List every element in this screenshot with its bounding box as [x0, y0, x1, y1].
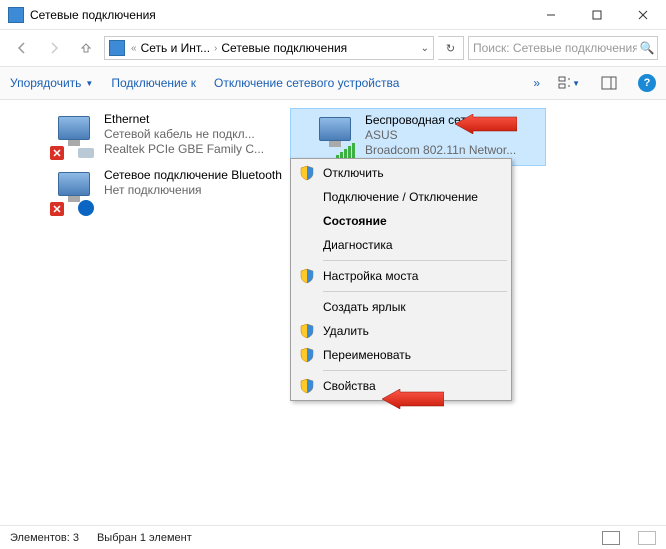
address-row: « Сеть и Инт... › Сетевые подключения ⌄ …	[0, 30, 666, 66]
menu-bridge[interactable]: Настройка моста	[293, 264, 509, 288]
menu-rename[interactable]: Переименовать	[293, 343, 509, 367]
more-chevrons-icon[interactable]: »	[533, 76, 540, 90]
breadcrumb-seg-1[interactable]: Сеть и Инт...	[139, 41, 212, 55]
chevron-down-icon: ▼	[85, 79, 93, 88]
menu-separator	[323, 370, 507, 371]
disable-device-button[interactable]: Отключение сетевого устройства	[214, 76, 399, 90]
wifi-icon	[311, 113, 359, 161]
menu-separator	[323, 291, 507, 292]
location-icon	[109, 40, 125, 56]
app-icon	[8, 7, 24, 23]
menu-delete[interactable]: Удалить	[293, 319, 509, 343]
view-details-button[interactable]	[602, 531, 620, 545]
bluetooth-status: Нет подключения	[104, 183, 282, 198]
address-bar[interactable]: « Сеть и Инт... › Сетевые подключения ⌄	[104, 36, 434, 60]
connection-bluetooth[interactable]: ✕ Сетевое подключение Bluetooth Нет подк…	[30, 164, 290, 220]
ethernet-name: Ethernet	[104, 112, 264, 127]
breadcrumb-sep-icon: «	[131, 43, 137, 54]
address-dropdown-icon[interactable]: ⌄	[417, 43, 433, 54]
ethernet-icon: ✕	[50, 112, 98, 160]
menu-properties[interactable]: Свойства	[293, 374, 509, 398]
shield-icon	[299, 347, 315, 363]
titlebar: Сетевые подключения	[0, 0, 666, 30]
menu-connect-disconnect[interactable]: Подключение / Отключение	[293, 185, 509, 209]
up-button[interactable]	[72, 34, 100, 62]
shield-icon	[299, 268, 315, 284]
wifi-status: ASUS	[365, 128, 516, 143]
shield-icon	[299, 323, 315, 339]
minimize-button[interactable]	[528, 0, 574, 30]
help-button[interactable]: ?	[638, 74, 656, 92]
search-input[interactable]: Поиск: Сетевые подключения 🔍	[468, 36, 658, 60]
menu-disable[interactable]: Отключить	[293, 161, 509, 185]
organize-button[interactable]: Упорядочить▼	[10, 76, 93, 90]
toolbar: Упорядочить▼ Подключение к Отключение се…	[0, 66, 666, 100]
status-selected: Выбран 1 элемент	[97, 532, 192, 544]
search-icon[interactable]: 🔍	[637, 41, 657, 55]
forward-button[interactable]	[40, 34, 68, 62]
connection-ethernet[interactable]: ✕ Ethernet Сетевой кабель не подкл... Re…	[30, 108, 290, 164]
maximize-button[interactable]	[574, 0, 620, 30]
context-menu: Отключить Подключение / Отключение Состо…	[290, 158, 512, 401]
refresh-button[interactable]: ↻	[438, 36, 464, 60]
chevron-down-icon: ▼	[572, 79, 580, 88]
window-title: Сетевые подключения	[30, 8, 528, 22]
menu-status[interactable]: Состояние	[293, 209, 509, 233]
menu-diagnostics[interactable]: Диагностика	[293, 233, 509, 257]
preview-pane-button[interactable]	[598, 72, 620, 94]
status-bar: Элементов: 3 Выбран 1 элемент	[0, 525, 666, 549]
close-button[interactable]	[620, 0, 666, 30]
view-button[interactable]: ▼	[558, 72, 580, 94]
shield-icon	[299, 378, 315, 394]
shield-icon	[299, 165, 315, 181]
search-placeholder: Поиск: Сетевые подключения	[473, 41, 637, 55]
chevron-right-icon[interactable]: ›	[214, 43, 217, 54]
menu-shortcut[interactable]: Создать ярлык	[293, 295, 509, 319]
ethernet-adapter: Realtek PCIe GBE Family C...	[104, 142, 264, 157]
bluetooth-name: Сетевое подключение Bluetooth	[104, 168, 282, 183]
back-button[interactable]	[8, 34, 36, 62]
bluetooth-icon: ✕	[50, 168, 98, 216]
status-elements: Элементов: 3	[10, 532, 79, 544]
content-area: ✕ Ethernet Сетевой кабель не подкл... Re…	[0, 100, 666, 116]
wifi-adapter: Broadcom 802.11n Networ...	[365, 143, 516, 158]
breadcrumb-seg-2[interactable]: Сетевые подключения	[219, 41, 349, 55]
wifi-name: Беспроводная сеть	[365, 113, 516, 128]
menu-separator	[323, 260, 507, 261]
view-large-button[interactable]	[638, 531, 656, 545]
connect-to-button[interactable]: Подключение к	[111, 76, 196, 90]
ethernet-status: Сетевой кабель не подкл...	[104, 127, 264, 142]
